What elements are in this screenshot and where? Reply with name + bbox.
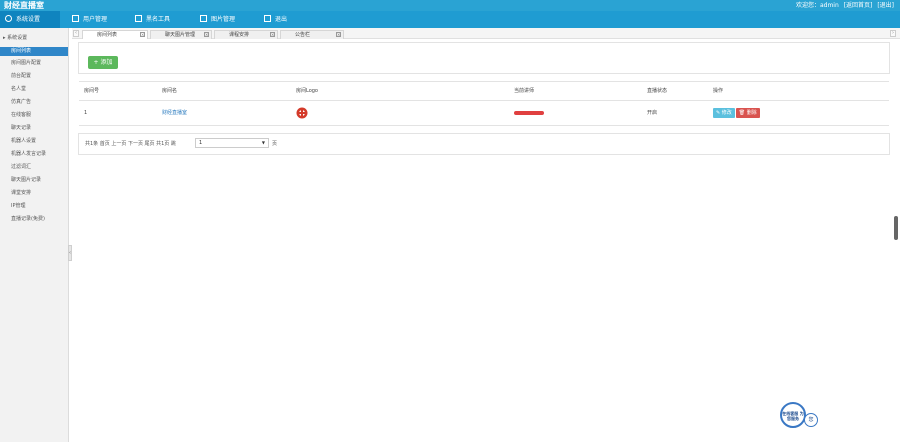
column-header: 房间号 [79,81,157,101]
user-icon [72,15,79,22]
cell-room-id: 1 [79,100,157,126]
column-header: 房间Logo [291,81,509,101]
tab-room-list[interactable]: 房间列表 × [82,30,148,39]
sidebar-group-label: 系统设置 [7,35,28,41]
main-nav: 系统设置 用户管理 黑名工具 图片管理 退出 [0,11,900,28]
nav-label: 系统设置 [16,16,41,23]
tab-scroll-right-button[interactable]: › [890,30,896,37]
cell-room-name: 财经直播室 [157,100,291,126]
online-service-badge[interactable]: 在线客服 为您服务 [780,402,806,428]
chevron-down-icon: ▼ [261,140,265,145]
table-header-row: 房间号 房间名 房间Logo 当前讲师 直播状态 操作 [79,81,889,101]
cell-status: 开启 [642,100,708,126]
page-select[interactable]: 1 ▼ [195,138,269,148]
cell-teacher [509,100,642,126]
tab-label: 课程安排 [229,32,250,38]
delete-button[interactable]: 🗑 删除 [735,108,760,118]
sidebar-item-robot-settings[interactable]: 机器人设置 [11,137,36,146]
toolbar-panel: + 添加 [78,42,890,74]
sidebar-item-ads[interactable]: 仿真广告 [11,98,31,107]
nav-item-system-settings[interactable]: 系统设置 [0,11,60,28]
close-icon[interactable]: × [336,32,341,37]
sidebar-item-chat-log[interactable]: 聊天记录 [11,124,31,133]
tab-label: 房间列表 [97,32,118,38]
user-greeting: 欢迎您：admin [795,2,839,9]
scrollbar-thumb[interactable] [894,216,898,240]
nav-label: 黑名工具 [146,16,171,23]
sidebar: ▸ 系统设置 房间列表 房间图片配置 前台配置 名人堂 仿真广告 在线客服 聊天… [0,28,69,442]
tab-schedule[interactable]: 课程安排 × [214,30,278,39]
sidebar-item-room-list[interactable]: 房间列表 [0,47,68,56]
cell-room-logo [291,100,509,126]
nav-item-blacklist-tools[interactable]: 黑名工具 [135,11,170,28]
image-icon [200,15,207,22]
room-table: 房间号 房间名 房间Logo 当前讲师 直播状态 操作 1 财经直播室 开启 ✎… [79,81,889,126]
sidebar-item-live-log[interactable]: 直播记录(免费) [11,215,45,224]
table-row: 1 财经直播室 开启 ✎ 修改 🗑 删除 [79,100,889,126]
room-name-link[interactable]: 财经直播室 [162,110,187,116]
page-select-value: 1 [199,140,203,146]
sidebar-item-word-filter[interactable]: 过滤词汇 [11,163,31,172]
column-header: 房间名 [157,81,291,101]
exit-icon [264,15,271,22]
service-bubble[interactable]: 您 [804,413,818,427]
sidebar-item-front-config[interactable]: 前台配置 [11,72,31,81]
sidebar-item-schedule[interactable]: 课堂安排 [11,189,31,198]
nav-item-users[interactable]: 用户管理 [72,11,107,28]
tab-label: 聊天图片管理 [165,32,196,38]
gear-icon [5,15,12,22]
sidebar-item-hall-of-fame[interactable]: 名人堂 [11,85,26,94]
nav-item-exit[interactable]: 退出 [264,11,287,28]
close-icon[interactable]: × [270,32,275,37]
nav-label: 退出 [275,16,288,23]
room-logo-icon [296,107,308,118]
nav-label: 用户管理 [83,16,108,23]
sidebar-item-robot-log[interactable]: 机器人发言记录 [11,150,46,159]
sidebar-group-title[interactable]: ▸ 系统设置 [3,34,27,43]
logout-link[interactable]: [退出] [877,2,894,9]
sidebar-collapse-handle[interactable]: ‹ [68,245,72,261]
nav-item-images[interactable]: 图片管理 [200,11,235,28]
cell-actions: ✎ 修改 🗑 删除 [708,100,889,126]
close-icon[interactable]: × [140,32,145,37]
tab-notice[interactable]: 公告栏 × [280,30,344,39]
redacted-mark [514,110,544,115]
pager-text[interactable]: 共1条 首页 上一页 下一页 尾页 共1页 跳 [85,139,176,149]
app-title: 财经直播室 [4,1,44,10]
tab-strip: ‹ 房间列表 × 聊天图片管理 × 课程安排 × 公告栏 × › [72,28,900,39]
column-header: 直播状态 [642,81,708,101]
tab-chat-images[interactable]: 聊天图片管理 × [150,30,212,39]
sidebar-item-online-service[interactable]: 在线客服 [11,111,31,120]
tab-label: 公告栏 [295,32,311,38]
tools-icon [135,15,142,22]
sidebar-item-ip-manage[interactable]: IP管理 [11,202,26,211]
pager-suffix: 页 [272,141,278,147]
column-header: 当前讲师 [509,81,642,101]
sidebar-item-room-image-config[interactable]: 房间图片配置 [11,59,41,68]
edit-button[interactable]: ✎ 修改 [713,108,735,118]
nav-label: 图片管理 [211,16,236,23]
column-header: 操作 [708,81,889,101]
tab-scroll-left-button[interactable]: ‹ [73,30,79,37]
user-area: 欢迎您：admin [返回首页] [退出] [793,0,894,11]
top-header: 财经直播室 欢迎您：admin [返回首页] [退出] [0,0,900,11]
add-room-button[interactable]: + 添加 [88,56,118,69]
home-link[interactable]: [返回首页] [844,2,873,9]
close-icon[interactable]: × [204,32,209,37]
sidebar-item-chat-images[interactable]: 聊天图片记录 [11,176,41,185]
